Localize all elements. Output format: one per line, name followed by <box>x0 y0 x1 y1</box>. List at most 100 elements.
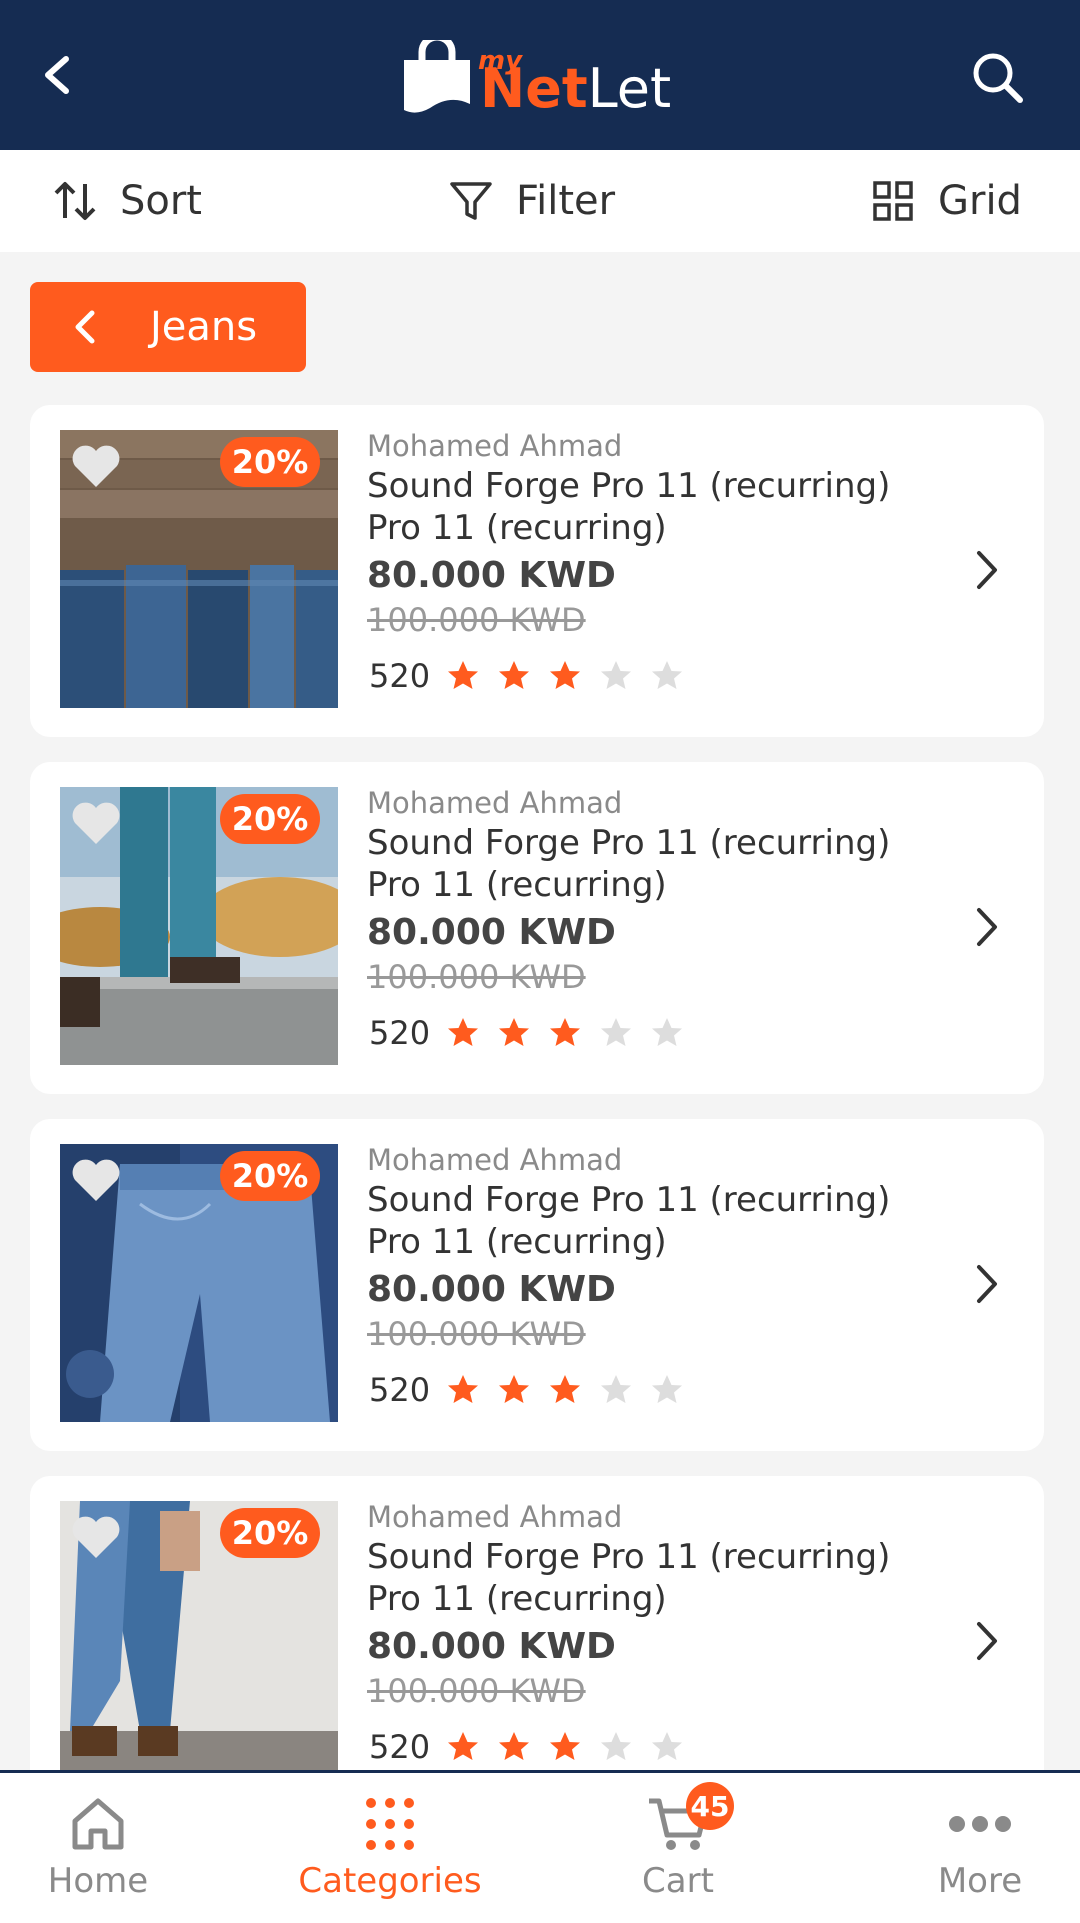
tab-categories-label: Categories <box>298 1861 482 1901</box>
seller-name: Mohamed Ahmad <box>367 1143 623 1177</box>
chevron-right-icon[interactable] <box>965 545 1009 595</box>
original-price: 100.000 KWD <box>367 1315 586 1353</box>
product-title: Sound Forge Pro 11 (recurring) Pro 11 (r… <box>367 1536 927 1620</box>
sort-arrows-icon <box>54 182 96 220</box>
shopping-bag-logo-icon <box>404 40 470 113</box>
product-title-line: Sound Forge Pro 11 (recurring) <box>367 1180 891 1220</box>
review-count: 520 <box>369 1728 431 1766</box>
product-title-line: Sound Forge Pro 11 (recurring) <box>367 466 891 506</box>
star-filled-icon <box>499 1375 530 1403</box>
star-filled-icon <box>448 1732 479 1760</box>
favorite-heart-icon[interactable] <box>70 1514 122 1560</box>
star-filled-icon <box>550 1375 581 1403</box>
product-card[interactable]: 20% Mohamed Ahmad Sound Forge Pro 11 (re… <box>30 1476 1044 1808</box>
star-filled-icon <box>550 661 581 689</box>
bottom-tab-bar: Home Categories Cart More <box>0 1770 1080 1923</box>
home-icon <box>72 1798 124 1850</box>
product-card[interactable]: 20% Mohamed Ahmad Sound Forge Pro 11 (re… <box>30 1119 1044 1451</box>
chevron-left-icon <box>75 310 95 344</box>
star-filled-icon <box>550 1732 581 1760</box>
logo-let-text: Let <box>587 57 672 120</box>
star-empty-icon <box>601 1732 632 1760</box>
star-empty-icon <box>652 1375 683 1403</box>
logo-my-text: my <box>478 46 523 76</box>
tab-more-label: More <box>937 1861 1023 1901</box>
filter-funnel-icon <box>450 182 492 220</box>
categories-dots-icon <box>366 1798 414 1850</box>
product-rating: 520 <box>369 657 701 695</box>
favorite-heart-icon[interactable] <box>70 800 122 846</box>
grid-view-button[interactable]: Grid <box>870 150 1022 252</box>
tab-home-label: Home <box>47 1861 149 1901</box>
favorite-heart-icon[interactable] <box>70 1157 122 1203</box>
category-back-button[interactable]: Jeans <box>30 282 306 372</box>
product-card[interactable]: 20% Mohamed Ahmad Sound Forge Pro 11 (re… <box>30 405 1044 737</box>
tab-cart-label: Cart <box>642 1861 714 1901</box>
star-empty-icon <box>601 1018 632 1046</box>
product-rating: 520 <box>369 1371 701 1409</box>
discount-badge: 20% <box>220 1508 320 1558</box>
star-empty-icon <box>652 1732 683 1760</box>
star-filled-icon <box>550 1018 581 1046</box>
star-filled-icon <box>448 1018 479 1046</box>
chevron-right-icon[interactable] <box>965 1259 1009 1309</box>
app-header: my Net Let <box>0 0 1080 150</box>
original-price: 100.000 KWD <box>367 601 586 639</box>
tab-categories[interactable]: Categories <box>298 1773 482 1923</box>
product-title: Sound Forge Pro 11 (recurring) Pro 11 (r… <box>367 465 927 549</box>
chevron-right-icon[interactable] <box>965 902 1009 952</box>
product-price: 80.000 KWD <box>367 555 616 596</box>
seller-name: Mohamed Ahmad <box>367 786 623 820</box>
chevron-right-icon[interactable] <box>965 1616 1009 1666</box>
app-logo: my Net Let <box>400 36 671 116</box>
product-rating: 520 <box>369 1728 701 1766</box>
product-title-line: Pro 11 (recurring) <box>367 1579 667 1619</box>
star-filled-icon <box>499 1018 530 1046</box>
discount-badge: 20% <box>220 1151 320 1201</box>
star-empty-icon <box>652 661 683 689</box>
sort-label: Sort <box>120 178 202 224</box>
tab-home[interactable]: Home <box>48 1773 148 1923</box>
cart-count-badge: 45 <box>686 1782 734 1830</box>
discount-badge: 20% <box>220 437 320 487</box>
star-filled-icon <box>448 661 479 689</box>
list-toolbar: Sort Filter Grid <box>0 150 1080 252</box>
star-filled-icon <box>448 1375 479 1403</box>
seller-name: Mohamed Ahmad <box>367 429 623 463</box>
product-rating: 520 <box>369 1014 701 1052</box>
product-price: 80.000 KWD <box>367 1626 616 1667</box>
grid-label: Grid <box>938 178 1022 224</box>
star-empty-icon <box>601 661 632 689</box>
product-title-line: Pro 11 (recurring) <box>367 508 667 548</box>
star-filled-icon <box>499 1732 530 1760</box>
product-title: Sound Forge Pro 11 (recurring) Pro 11 (r… <box>367 822 927 906</box>
filter-button[interactable]: Filter <box>448 150 615 252</box>
sort-button[interactable]: Sort <box>52 150 202 252</box>
original-price: 100.000 KWD <box>367 1672 586 1710</box>
product-title-line: Pro 11 (recurring) <box>367 865 667 905</box>
star-filled-icon <box>499 661 530 689</box>
star-empty-icon <box>652 1018 683 1046</box>
star-empty-icon <box>601 1375 632 1403</box>
more-dots-icon <box>949 1816 1011 1832</box>
discount-badge: 20% <box>220 794 320 844</box>
review-count: 520 <box>369 657 431 695</box>
product-title: Sound Forge Pro 11 (recurring) Pro 11 (r… <box>367 1179 927 1263</box>
favorite-heart-icon[interactable] <box>70 443 122 489</box>
seller-name: Mohamed Ahmad <box>367 1500 623 1534</box>
tab-more[interactable]: More <box>930 1773 1030 1923</box>
filter-label: Filter <box>516 178 616 224</box>
product-title-line: Sound Forge Pro 11 (recurring) <box>367 1537 891 1577</box>
review-count: 520 <box>369 1014 431 1052</box>
search-icon[interactable] <box>968 48 1028 108</box>
category-label: Jeans <box>150 304 258 350</box>
product-title-line: Pro 11 (recurring) <box>367 1222 667 1262</box>
product-title-line: Sound Forge Pro 11 (recurring) <box>367 823 891 863</box>
product-price: 80.000 KWD <box>367 912 616 953</box>
product-card[interactable]: 20% Mohamed Ahmad Sound Forge Pro 11 (re… <box>30 762 1044 1094</box>
review-count: 520 <box>369 1371 431 1409</box>
product-price: 80.000 KWD <box>367 1269 616 1310</box>
back-arrow-icon[interactable] <box>30 45 90 105</box>
grid-icon <box>873 181 913 221</box>
original-price: 100.000 KWD <box>367 958 586 996</box>
